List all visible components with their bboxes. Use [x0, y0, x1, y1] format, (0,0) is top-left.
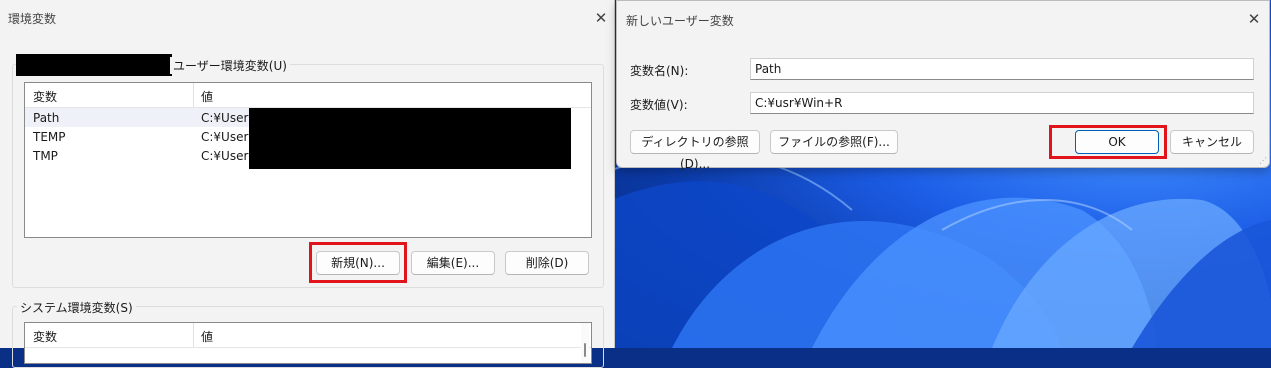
environment-variables-dialog: 環境変数 ✕ ユーザー環境変数(U) 変数 値 Path C:¥Users¥ T… — [0, 0, 615, 368]
column-header-variable[interactable]: 変数 — [33, 88, 57, 105]
highlight-new-button — [309, 242, 407, 283]
column-header-value[interactable]: 値 — [201, 328, 213, 345]
user-variables-label: ユーザー環境変数(U) — [170, 57, 290, 74]
redacted-paths — [249, 108, 571, 169]
delete-button-label: 削除(D) — [525, 256, 569, 270]
row-variable-name: Path — [33, 111, 60, 125]
row-variable-name: TEMP — [33, 130, 66, 144]
column-divider[interactable] — [193, 323, 194, 347]
variable-value-input[interactable] — [750, 92, 1254, 114]
new-user-variable-dialog: 新しいユーザー変数 ✕ 変数名(N): 変数値(V): ディレクトリの参照(D)… — [616, 0, 1270, 171]
dialog-title: 環境変数 — [8, 12, 57, 26]
browse-directory-label: ディレクトリの参照(D)... — [641, 135, 749, 171]
resize-grip-icon[interactable]: ⋰ — [1259, 157, 1267, 165]
highlight-ok-button — [1049, 125, 1167, 159]
dialog-title: 新しいユーザー変数 — [626, 14, 734, 28]
row-variable-name: TMP — [33, 149, 58, 163]
list-header: 変数 値 — [25, 323, 591, 348]
edit-button-label: 編集(E)... — [426, 256, 480, 270]
delete-variable-button[interactable]: 削除(D) — [505, 251, 589, 275]
user-variables-list[interactable]: 変数 値 Path C:¥Users¥ TEMP C:¥Users¥ TMP C… — [24, 82, 592, 238]
close-icon[interactable]: ✕ — [1247, 12, 1261, 27]
close-icon[interactable]: ✕ — [594, 11, 608, 26]
browse-directory-button[interactable]: ディレクトリの参照(D)... — [630, 130, 760, 171]
browse-file-button[interactable]: ファイルの参照(F)... — [770, 130, 898, 154]
variable-name-input[interactable] — [750, 58, 1254, 80]
browse-file-label: ファイルの参照(F)... — [778, 135, 890, 149]
cancel-button-label: キャンセル — [1181, 135, 1242, 149]
edit-variable-button[interactable]: 編集(E)... — [411, 251, 495, 275]
variable-name-label: 変数名(N): — [630, 64, 689, 78]
title-bar: 環境変数 ✕ — [0, 0, 614, 36]
scrollbar-thumb[interactable] — [584, 343, 586, 357]
variable-value-label: 変数値(V): — [630, 98, 688, 112]
vertical-scrollbar[interactable] — [581, 323, 589, 363]
system-variables-label: システム環境変数(S) — [17, 299, 136, 316]
list-header: 変数 値 — [25, 83, 591, 108]
column-divider[interactable] — [193, 83, 194, 107]
column-header-variable[interactable]: 変数 — [33, 328, 57, 345]
cancel-button[interactable]: キャンセル — [1170, 130, 1254, 154]
redacted-username — [16, 54, 172, 76]
system-variables-list[interactable]: 変数 値 — [24, 322, 592, 364]
column-header-value[interactable]: 値 — [201, 88, 213, 105]
